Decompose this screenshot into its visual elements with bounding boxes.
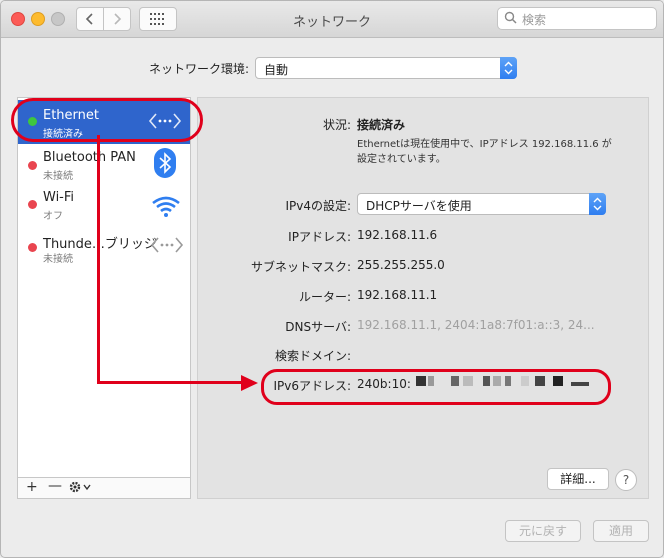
subnet-mask-value: 255.255.255.0 — [357, 258, 445, 272]
status-description: Ethernetは現在使用中で、IPアドレス 192.168.11.6 が設定さ… — [357, 139, 612, 165]
remove-service-button[interactable]: — — [48, 478, 62, 494]
add-service-button[interactable]: + — [26, 479, 38, 495]
status-value: 接続済み — [357, 118, 406, 132]
search-placeholder: 検索 — [522, 13, 547, 27]
help-button[interactable]: ? — [615, 469, 637, 491]
network-preferences-window: ネットワーク 検索 ネットワーク環境: 自動 Ethernet 接続済み Blu… — [0, 0, 664, 558]
ipv4-config-popup[interactable]: DHCPサーバを使用 — [357, 193, 606, 215]
service-name: Bluetooth PAN — [43, 150, 136, 165]
router-label: ルーター: — [298, 290, 351, 304]
service-bluetooth-pan[interactable]: Bluetooth PAN 未接続 — [18, 144, 190, 188]
gear-icon — [69, 481, 91, 493]
apply-button[interactable]: 適用 — [593, 520, 649, 542]
popup-stepper-icon — [500, 57, 517, 79]
search-domains-label: 検索ドメイン: — [274, 349, 351, 363]
location-label: ネットワーク環境: — [149, 62, 250, 76]
service-status: オフ — [43, 211, 63, 222]
service-status: 未接続 — [43, 171, 73, 182]
bluetooth-icon — [154, 148, 176, 178]
location-value: 自動 — [264, 63, 289, 77]
annotation-arrow-horizontal — [97, 381, 243, 384]
thunderbolt-bridge-icon — [150, 237, 184, 253]
ip-address-label: IPアドレス: — [288, 230, 351, 244]
ipv6-highlight-ellipse — [261, 369, 611, 405]
ethernet-highlight-ellipse — [11, 98, 203, 142]
arrow-head-icon — [241, 375, 258, 391]
subnet-mask-label: サブネットマスク: — [250, 260, 351, 274]
service-thunderbolt-bridge[interactable]: Thunde…ブリッジ 未接続 — [18, 232, 190, 276]
wifi-icon — [152, 196, 180, 217]
dns-server-label: DNSサーバ: — [285, 320, 351, 334]
status-dot — [28, 243, 37, 252]
revert-button[interactable]: 元に戻す — [505, 520, 581, 542]
search-field[interactable]: 検索 — [497, 7, 657, 30]
status-dot — [28, 161, 37, 170]
status-label: 状況: — [322, 118, 351, 132]
service-status: 未接続 — [43, 254, 73, 265]
router-value: 192.168.11.1 — [357, 288, 438, 302]
popup-stepper-icon — [589, 193, 606, 215]
annotation-arrow-vertical — [97, 135, 100, 383]
ipv4-config-value: DHCPサーバを使用 — [366, 199, 472, 213]
search-icon — [504, 11, 517, 24]
service-name: Wi-Fi — [43, 190, 75, 205]
service-list-toolbar: + — — [17, 477, 191, 499]
action-menu-button[interactable] — [68, 480, 94, 498]
ipv4-config-label: IPv4の設定: — [285, 199, 351, 213]
status-dot — [28, 200, 37, 209]
service-list: Ethernet 接続済み Bluetooth PAN 未接続 Wi-Fi オフ — [17, 97, 191, 499]
title-bar: ネットワーク 検索 — [1, 1, 663, 38]
service-wifi[interactable]: Wi-Fi オフ — [18, 188, 190, 232]
dns-server-value: 192.168.11.1, 2404:1a8:7f01:a::3, 24... — [357, 318, 595, 332]
ip-address-value: 192.168.11.6 — [357, 228, 438, 242]
advanced-button[interactable]: 詳細... — [547, 468, 609, 490]
location-popup[interactable]: 自動 — [255, 57, 517, 79]
